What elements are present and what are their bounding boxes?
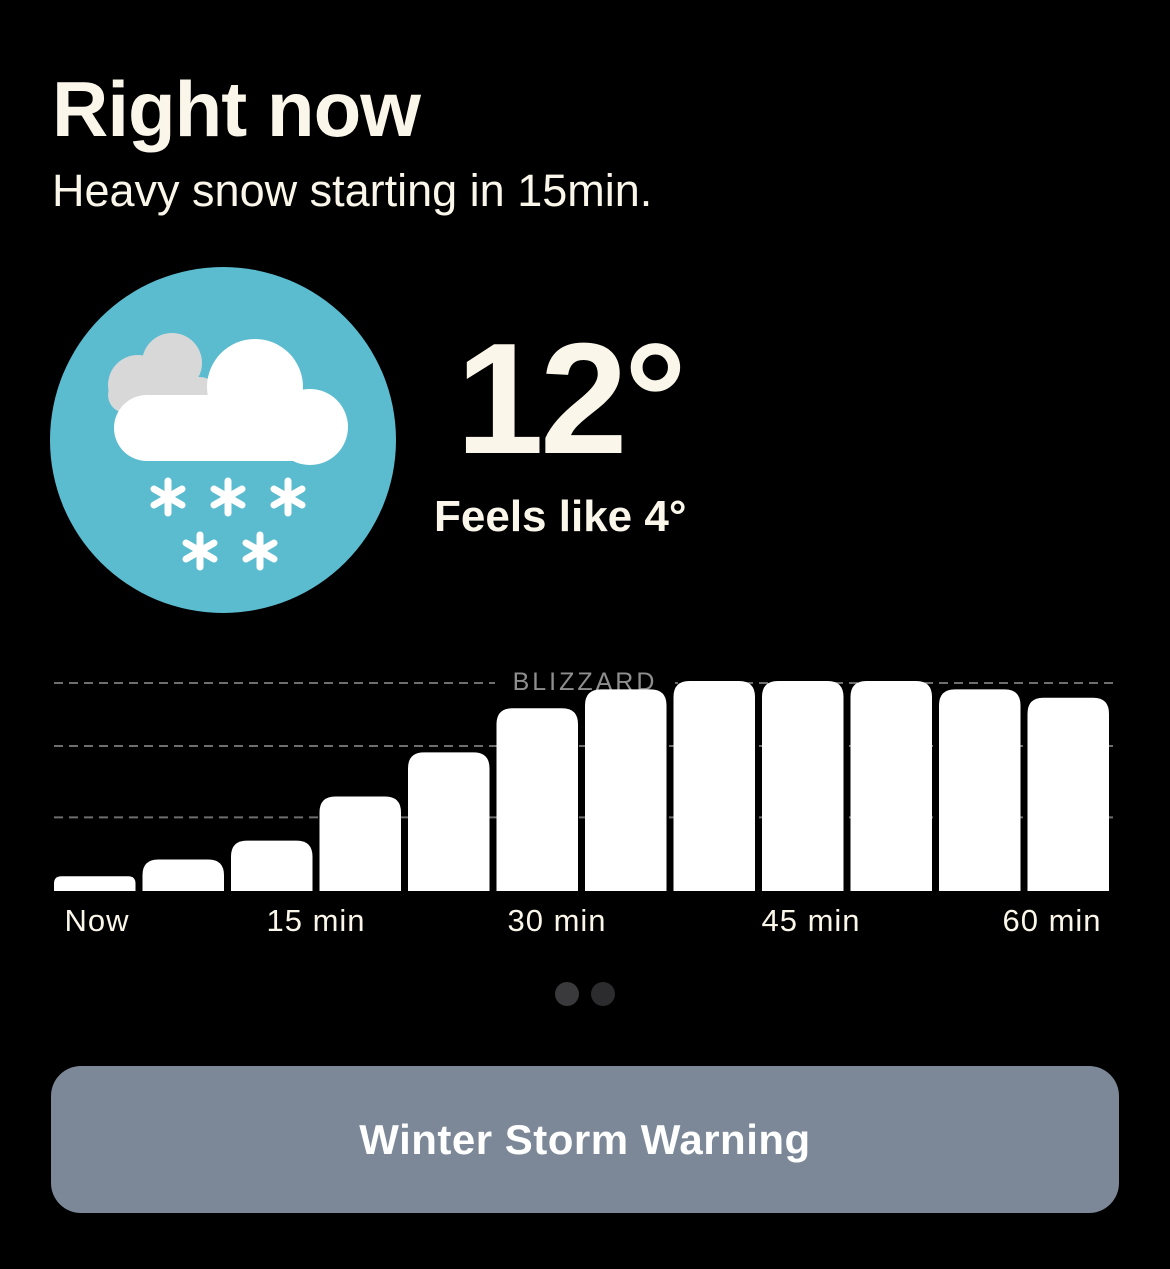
- chart-bar: [319, 796, 401, 891]
- chart-bar: [231, 840, 313, 891]
- page-title: Right now: [52, 65, 421, 153]
- page-dot-2[interactable]: [591, 982, 615, 1006]
- chart-x-tick-label: 30 min: [507, 903, 606, 938]
- chart-x-tick-label: Now: [64, 903, 129, 938]
- chart-x-tick-label: 15 min: [266, 903, 365, 938]
- page-dot-1[interactable]: [555, 982, 579, 1006]
- chart-x-tick-label: 60 min: [1002, 903, 1101, 938]
- chart-x-ticks: Now 15 min 30 min 45 min 60 min: [64, 903, 1101, 938]
- chart-bar: [1027, 697, 1109, 891]
- chart-bar: [850, 681, 932, 891]
- precipitation-intensity-chart: BLIZZARD Now 15 min 30 min 45 min 60 min: [54, 668, 1116, 938]
- chart-bar: [408, 752, 490, 891]
- chart-bar: [762, 681, 844, 891]
- winter-storm-warning-button[interactable]: Winter Storm Warning: [51, 1066, 1119, 1213]
- chart-bar: [496, 708, 578, 891]
- cloud-snow-icon: [50, 267, 396, 613]
- chart-bar: [54, 876, 136, 891]
- chart-bar: [585, 689, 667, 891]
- feels-like-temperature: Feels like 4°: [434, 492, 687, 541]
- chart-bar: [939, 689, 1021, 891]
- page-indicator[interactable]: [0, 982, 1170, 1006]
- chart-bars: [54, 681, 1109, 891]
- current-temperature: 12°: [456, 311, 687, 487]
- chart-bar: [142, 859, 224, 891]
- chart-bar: [673, 681, 755, 891]
- precipitation-summary: Heavy snow starting in 15min.: [52, 165, 653, 216]
- chart-x-tick-label: 45 min: [761, 903, 860, 938]
